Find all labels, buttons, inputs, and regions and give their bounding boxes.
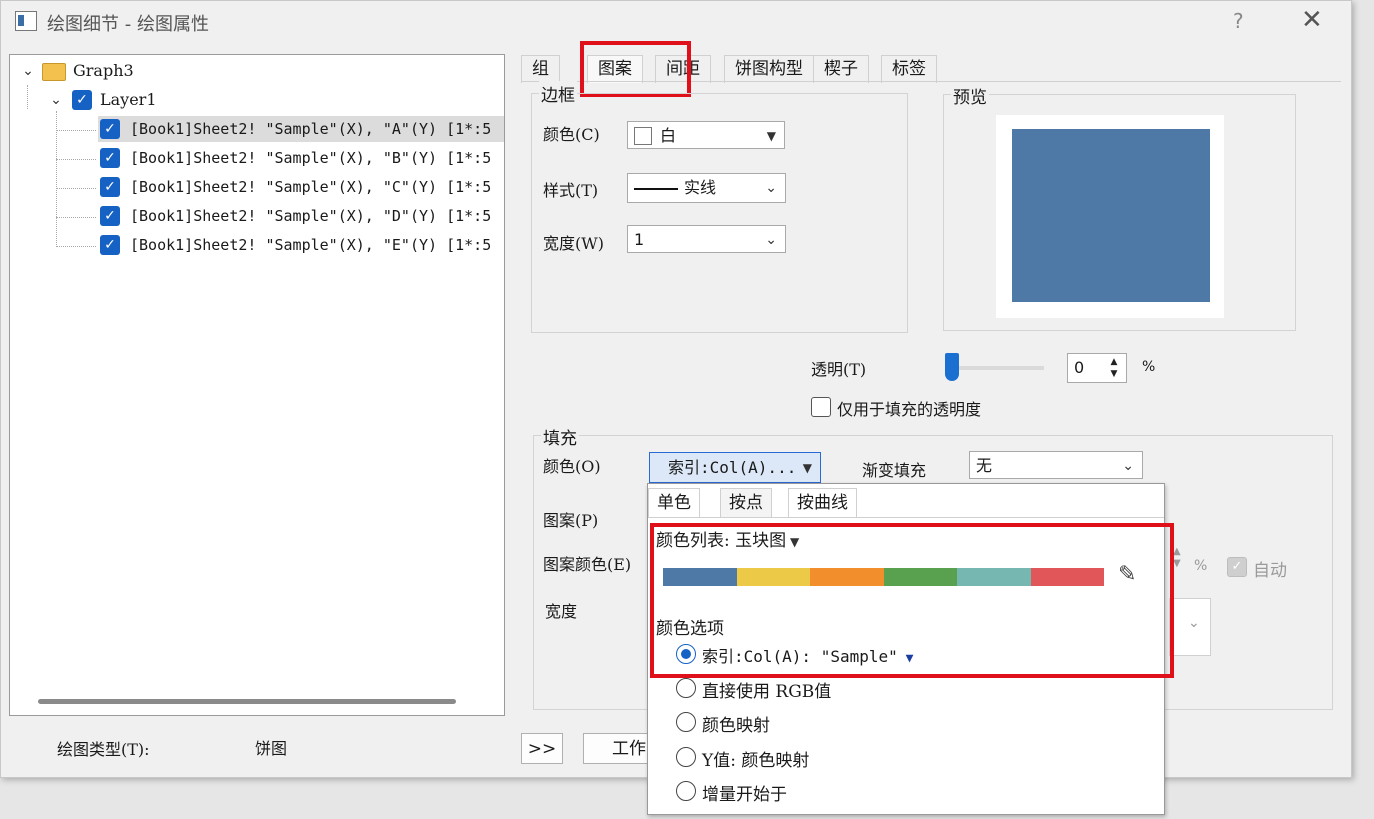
transparency-value: 0 <box>1074 358 1085 377</box>
checkbox-checked-icon[interactable]: ✓ <box>1227 557 1247 577</box>
option-increment[interactable]: 增量开始于 <box>702 780 787 805</box>
tree-label-graph: Graph3 <box>73 61 134 80</box>
border-style-label: 样式(T) <box>543 181 599 200</box>
border-style-dropdown[interactable]: 实线 ⌄ <box>627 173 786 203</box>
pattern-color-label: 图案颜色(E) <box>543 555 632 574</box>
radio-colormap[interactable] <box>676 712 696 732</box>
app-icon <box>15 11 37 31</box>
dropdown-arrow-icon: ▼ <box>766 129 776 143</box>
radio-y-colormap[interactable] <box>676 747 696 767</box>
radio-direct-rgb[interactable] <box>676 678 696 698</box>
transparency-slider-thumb[interactable] <box>945 353 959 381</box>
checkbox-checked-icon[interactable]: ✓ <box>100 119 120 139</box>
folder-icon <box>42 63 66 81</box>
help-button[interactable]: ? <box>1233 9 1244 33</box>
gradient-fill-value: 无 <box>976 456 993 475</box>
transparency-spinner[interactable]: 0 ▲ ▼ <box>1067 353 1127 383</box>
plot-type-label: 绘图类型(T): <box>57 740 150 759</box>
chevron-down-icon: ⌄ <box>1188 615 1200 631</box>
tree-item-c[interactable]: ✓ [Book1]Sheet2! "Sample"(X), "C"(Y) [1*… <box>98 174 504 200</box>
gradient-fill-dropdown[interactable]: 无 ⌄ <box>969 451 1143 479</box>
color-swatch-icon <box>634 127 652 145</box>
tree-label-layer: Layer1 <box>100 90 157 109</box>
popup-tab-by-curve[interactable]: 按曲线 <box>788 488 857 518</box>
auto-label: 自动 <box>1253 561 1287 581</box>
border-group-title: 边框 <box>539 81 577 106</box>
option-direct-rgb[interactable]: 直接使用 RGB值 <box>702 677 831 702</box>
tree-item-label: [Book1]Sheet2! "Sample"(X), "D"(Y) [1*:5 <box>130 207 492 225</box>
tree-item-label: [Book1]Sheet2! "Sample"(X), "C"(Y) [1*:5 <box>130 178 492 196</box>
transparency-slider-track[interactable] <box>949 366 1044 370</box>
preview-fill <box>1012 129 1210 302</box>
expand-button[interactable]: >> <box>521 733 563 764</box>
spinner-arrows-icon[interactable]: ▲ ▼ <box>1104 356 1124 380</box>
highlight-box <box>580 41 691 97</box>
fill-only-transparency-label: 仅用于填充的透明度 <box>837 400 982 419</box>
fill-color-label: 颜色(O) <box>543 457 601 476</box>
tree-node-graph[interactable]: ⌄ Graph3 <box>18 58 498 84</box>
line-style-icon <box>634 188 678 190</box>
chevron-down-icon[interactable]: ⌄ <box>48 92 64 108</box>
checkbox-checked-icon[interactable]: ✓ <box>100 177 120 197</box>
checkbox-checked-icon[interactable]: ✓ <box>100 235 120 255</box>
fill-color-dropdown[interactable]: 索引:Col(A)... ▼ <box>649 452 821 483</box>
fill-only-transparency-checkbox[interactable] <box>811 397 831 417</box>
plot-tree: ⌄ Graph3 ⌄ ✓ Layer1 ✓ [Book1]Sheet2! "Sa… <box>9 54 505 716</box>
checkbox-checked-icon[interactable]: ✓ <box>72 90 92 110</box>
fill-group-title: 填充 <box>541 424 579 449</box>
popup-tab-single[interactable]: 单色 <box>648 488 700 518</box>
radio-increment[interactable] <box>676 781 696 801</box>
border-style-value: 实线 <box>684 178 717 197</box>
checkbox-checked-icon[interactable]: ✓ <box>100 206 120 226</box>
tree-item-label: [Book1]Sheet2! "Sample"(X), "E"(Y) [1*:5 <box>130 236 492 254</box>
pattern-width-dropdown[interactable]: ⌄ <box>1169 598 1211 656</box>
preview-title: 预览 <box>951 83 989 108</box>
tree-item-e[interactable]: ✓ [Book1]Sheet2! "Sample"(X), "E"(Y) [1*… <box>98 232 504 258</box>
tree-item-a[interactable]: ✓ [Book1]Sheet2! "Sample"(X), "A"(Y) [1*… <box>98 116 504 142</box>
spinner-arrows-icon[interactable]: ▲ ▼ <box>1173 546 1181 570</box>
tree-item-label: [Book1]Sheet2! "Sample"(X), "A"(Y) [1*:5 <box>130 120 492 138</box>
chevron-down-icon: ⌄ <box>765 180 777 196</box>
border-color-label: 颜色(C) <box>543 125 600 144</box>
option-colormap[interactable]: 颜色映射 <box>702 711 770 736</box>
border-color-dropdown[interactable]: 白 ▼ <box>627 121 785 149</box>
fill-color-value: 索引:Col(A)... <box>668 458 797 477</box>
close-button[interactable]: ✕ <box>1301 5 1323 35</box>
border-width-value: 1 <box>634 230 645 249</box>
popup-tab-by-point[interactable]: 按点 <box>720 488 772 517</box>
tab-pie-geometry[interactable]: 饼图构型 <box>724 55 814 83</box>
dropdown-arrow-icon: ▼ <box>802 461 812 475</box>
tree-item-label: [Book1]Sheet2! "Sample"(X), "B"(Y) [1*:5 <box>130 149 492 167</box>
transparency-label: 透明(T) <box>811 360 867 379</box>
percent-unit: % <box>1194 558 1208 574</box>
tab-group[interactable]: 组 <box>521 55 560 83</box>
horizontal-scrollbar[interactable] <box>38 699 456 704</box>
plot-type-value: 饼图 <box>255 739 288 758</box>
checkbox-checked-icon[interactable]: ✓ <box>100 148 120 168</box>
chevron-down-icon[interactable]: ⌄ <box>20 63 36 79</box>
pattern-label: 图案(P) <box>543 511 599 530</box>
option-y-colormap[interactable]: Y值: 颜色映射 <box>702 746 809 771</box>
tab-labels[interactable]: 标签 <box>881 55 937 83</box>
tree-item-b[interactable]: ✓ [Book1]Sheet2! "Sample"(X), "B"(Y) [1*… <box>98 145 504 171</box>
window-title: 绘图细节 - 绘图属性 <box>47 14 209 35</box>
highlight-box <box>650 523 1174 678</box>
tree-node-layer[interactable]: ⌄ ✓ Layer1 <box>46 87 496 113</box>
tab-wedge[interactable]: 楔子 <box>813 55 869 83</box>
chevron-down-icon: ⌄ <box>1122 458 1134 474</box>
transparency-unit: % <box>1142 359 1156 375</box>
pattern-width-label: 宽度 <box>545 602 578 621</box>
border-color-value: 白 <box>660 126 677 145</box>
tree-item-d[interactable]: ✓ [Book1]Sheet2! "Sample"(X), "D"(Y) [1*… <box>98 203 504 229</box>
border-width-dropdown[interactable]: 1 ⌄ <box>627 225 786 253</box>
border-width-label: 宽度(W) <box>543 234 604 253</box>
chevron-down-icon: ⌄ <box>765 232 777 248</box>
gradient-fill-label: 渐变填充 <box>862 461 927 480</box>
